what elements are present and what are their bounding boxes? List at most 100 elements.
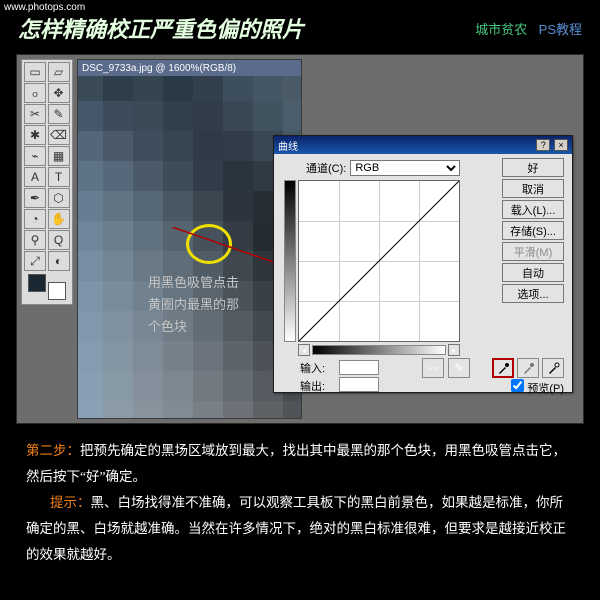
auto-button[interactable]: 自动	[502, 263, 564, 282]
pixel[interactable]	[163, 161, 193, 191]
author-link[interactable]: 城市贫农	[475, 22, 527, 37]
pixel[interactable]	[253, 401, 283, 418]
tool-8[interactable]: ⌁	[24, 146, 46, 166]
tool-3[interactable]: ✥	[48, 83, 70, 103]
pixel[interactable]	[193, 371, 223, 401]
pixel[interactable]	[223, 371, 253, 401]
curve-graph[interactable]	[298, 180, 460, 342]
expand-right-icon[interactable]: ▸	[448, 344, 460, 356]
pixel[interactable]	[163, 76, 193, 101]
pixel[interactable]	[78, 341, 103, 371]
pixel[interactable]	[283, 401, 301, 418]
tool-5[interactable]: ✎	[48, 104, 70, 124]
pixel[interactable]	[133, 76, 163, 101]
channel-select[interactable]: RGB	[350, 160, 460, 176]
tool-15[interactable]: ✋	[48, 209, 70, 229]
pixel[interactable]	[103, 311, 133, 341]
pixel[interactable]	[193, 401, 223, 418]
pixel[interactable]	[283, 101, 301, 131]
pencil-mode-icon[interactable]: ✎	[448, 358, 470, 378]
gray-eyedropper-icon[interactable]	[517, 358, 539, 378]
load-button[interactable]: 载入(L)...	[502, 200, 564, 219]
pixel[interactable]	[78, 311, 103, 341]
pixel[interactable]	[223, 401, 253, 418]
ok-button[interactable]: 好	[502, 158, 564, 177]
tool-18[interactable]: ⤢	[24, 251, 46, 271]
tool-13[interactable]: ⬡	[48, 188, 70, 208]
pixel[interactable]	[103, 131, 133, 161]
pixel[interactable]	[78, 76, 103, 101]
pixel[interactable]	[133, 131, 163, 161]
tool-19[interactable]: ◐	[48, 251, 70, 271]
white-eyedropper-icon[interactable]	[542, 358, 564, 378]
help-icon[interactable]: ?	[536, 139, 550, 151]
pixel[interactable]	[163, 131, 193, 161]
curve-mode-icon[interactable]: 〰	[422, 358, 444, 378]
color-swatches[interactable]	[24, 272, 70, 302]
tool-16[interactable]: ⚲	[24, 230, 46, 250]
dialog-titlebar[interactable]: 曲线 ? ×	[274, 136, 572, 154]
tool-17[interactable]: Q	[48, 230, 70, 250]
pixel[interactable]	[78, 191, 103, 221]
pixel[interactable]	[193, 131, 223, 161]
pixel[interactable]	[163, 101, 193, 131]
pixel[interactable]	[223, 101, 253, 131]
tool-14[interactable]: ◔	[24, 209, 46, 229]
pixel[interactable]	[133, 341, 163, 371]
pixel[interactable]	[103, 161, 133, 191]
pixel[interactable]	[283, 76, 301, 101]
output-field[interactable]	[339, 377, 379, 392]
tutorial-link[interactable]: PS教程	[539, 22, 582, 37]
pixel[interactable]	[193, 341, 223, 371]
pixel[interactable]	[78, 131, 103, 161]
pixel[interactable]	[103, 371, 133, 401]
pixel[interactable]	[78, 161, 103, 191]
pixel[interactable]	[193, 161, 223, 191]
pixel[interactable]	[193, 101, 223, 131]
pixel[interactable]	[78, 401, 103, 418]
pixel[interactable]	[133, 191, 163, 221]
pixel[interactable]	[133, 221, 163, 251]
pixel[interactable]	[103, 251, 133, 281]
pixel[interactable]	[163, 401, 193, 418]
close-icon[interactable]: ×	[554, 139, 568, 151]
tool-2[interactable]: ჿ	[24, 83, 46, 103]
pixel[interactable]	[193, 191, 223, 221]
pixel[interactable]	[223, 76, 253, 101]
save-button[interactable]: 存储(S)...	[502, 221, 564, 240]
tool-0[interactable]: ▭	[24, 62, 46, 82]
pixel[interactable]	[103, 76, 133, 101]
pixel[interactable]	[133, 371, 163, 401]
black-eyedropper-icon[interactable]	[492, 358, 514, 378]
tool-10[interactable]: A	[24, 167, 46, 187]
pixel[interactable]	[223, 191, 253, 221]
pixel[interactable]	[253, 101, 283, 131]
pixel[interactable]	[103, 101, 133, 131]
bg-swatch[interactable]	[48, 282, 66, 300]
pixel[interactable]	[103, 281, 133, 311]
pixel[interactable]	[78, 251, 103, 281]
pixel[interactable]	[133, 401, 163, 418]
tool-9[interactable]: ▦	[48, 146, 70, 166]
tool-6[interactable]: ✱	[24, 125, 46, 145]
pixel[interactable]	[103, 221, 133, 251]
preview-checkbox[interactable]	[511, 379, 524, 392]
tool-11[interactable]: T	[48, 167, 70, 187]
pixel[interactable]	[103, 191, 133, 221]
pixel[interactable]	[103, 401, 133, 418]
canvas-body[interactable]: 用黑色吸管点击 黄圈内最黑的那 个色块	[78, 76, 301, 418]
expand-left-icon[interactable]: ◂	[298, 344, 310, 356]
pixel[interactable]	[223, 341, 253, 371]
pixel[interactable]	[133, 101, 163, 131]
pixel[interactable]	[78, 281, 103, 311]
pixel[interactable]	[78, 221, 103, 251]
pixel[interactable]	[163, 341, 193, 371]
options-button[interactable]: 选项...	[502, 284, 564, 303]
tool-12[interactable]: ✒	[24, 188, 46, 208]
pixel[interactable]	[163, 191, 193, 221]
pixel[interactable]	[223, 131, 253, 161]
pixel[interactable]	[193, 76, 223, 101]
pixel[interactable]	[78, 101, 103, 131]
pixel[interactable]	[133, 161, 163, 191]
pixel[interactable]	[253, 76, 283, 101]
